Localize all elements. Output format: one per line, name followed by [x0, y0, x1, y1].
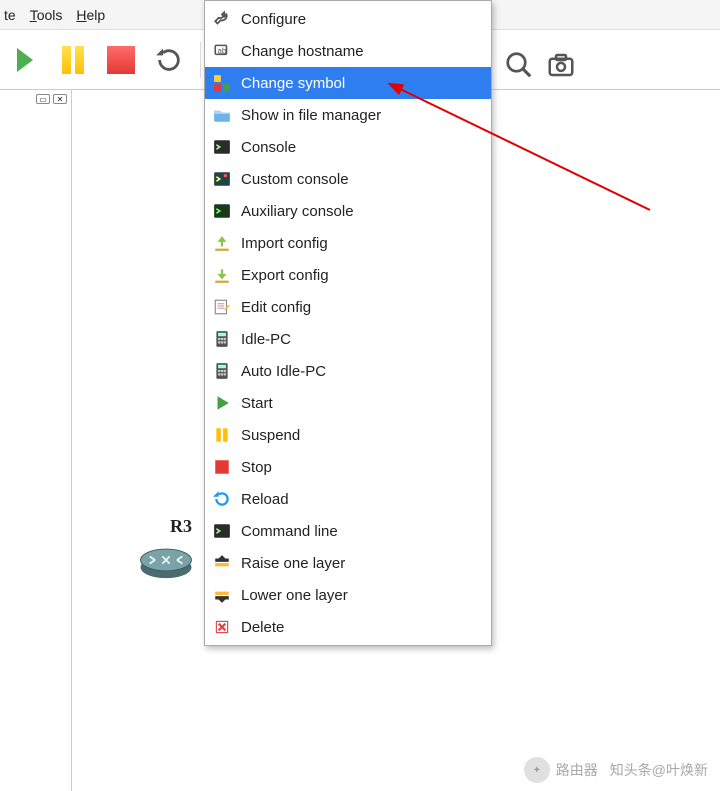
context-menu-item-lower-layer[interactable]: Lower one layer: [205, 579, 491, 611]
context-menu-item-label: Auxiliary console: [241, 203, 354, 220]
context-menu-item-label: Delete: [241, 619, 284, 636]
router-icon[interactable]: [136, 540, 196, 580]
context-menu-item-label: Configure: [241, 11, 306, 28]
context-menu-item-label: Change symbol: [241, 75, 345, 92]
context-menu-item-idle-pc[interactable]: Idle-PC: [205, 323, 491, 355]
pause-icon: [213, 426, 231, 444]
camera-icon: [546, 50, 576, 80]
context-menu-item-console[interactable]: Console: [205, 131, 491, 163]
toolbar-stop-button[interactable]: [104, 43, 138, 77]
context-menu-item-label: Raise one layer: [241, 555, 345, 572]
menubar-item-tools[interactable]: Tools: [30, 7, 63, 23]
layer-up-icon: [213, 554, 231, 572]
panel-restore-icon[interactable]: ▭: [36, 94, 50, 104]
context-menu-item-configure[interactable]: Configure: [205, 3, 491, 35]
edit-icon: [213, 298, 231, 316]
context-menu-item-change-symbol[interactable]: Change symbol: [205, 67, 491, 99]
menubar-item-partial[interactable]: te: [4, 7, 16, 23]
context-menu-item-show-in-file-mgr[interactable]: Show in file manager: [205, 99, 491, 131]
toolbar-play-button[interactable]: [8, 43, 42, 77]
reload-icon: [155, 46, 183, 74]
context-menu-item-label: Edit config: [241, 299, 311, 316]
watermark-text: 知头条@叶焕新: [610, 760, 708, 780]
zoom-icon: [504, 50, 534, 80]
play-icon: [213, 394, 231, 412]
node-label: R3: [170, 516, 192, 537]
context-menu-item-stop[interactable]: Stop: [205, 451, 491, 483]
palette-icon: [213, 74, 231, 92]
context-menu-item-label: Export config: [241, 267, 329, 284]
terminal-color-icon: [213, 170, 231, 188]
terminal-icon: [213, 138, 231, 156]
watermark-logo-icon: ✦: [524, 757, 550, 783]
context-menu-item-export-config[interactable]: Export config: [205, 259, 491, 291]
svg-text:ab: ab: [218, 46, 227, 55]
panel-close-icon[interactable]: ✕: [53, 94, 67, 104]
panel-controls[interactable]: ▭ ✕: [36, 94, 67, 104]
toolbar-reload-button[interactable]: [152, 43, 186, 77]
watermark: ✦ 路由器 知头条@叶焕新: [524, 757, 708, 783]
tag-icon: ab: [213, 42, 231, 60]
terminal-icon: [213, 522, 231, 540]
context-menu-item-edit-config[interactable]: Edit config: [205, 291, 491, 323]
context-menu-item-label: Reload: [241, 491, 289, 508]
context-menu-item-label: Change hostname: [241, 43, 364, 60]
toolbar-zoom-button[interactable]: [502, 48, 536, 82]
wrench-icon: [213, 10, 231, 28]
context-menu-item-custom-console[interactable]: Custom console: [205, 163, 491, 195]
context-menu-item-delete[interactable]: Delete: [205, 611, 491, 643]
terminal-green-icon: [213, 202, 231, 220]
context-menu: Configure ab Change hostname Change symbol S…: [204, 0, 492, 646]
toolbar-pause-button[interactable]: [56, 43, 90, 77]
folder-icon: [213, 106, 231, 124]
context-menu-item-label: Console: [241, 139, 296, 156]
context-menu-item-reload[interactable]: Reload: [205, 483, 491, 515]
context-menu-item-label: Idle-PC: [241, 331, 291, 348]
context-menu-item-label: Stop: [241, 459, 272, 476]
toolbar-screenshot-button[interactable]: [544, 48, 578, 82]
context-menu-item-raise-layer[interactable]: Raise one layer: [205, 547, 491, 579]
context-menu-item-label: Show in file manager: [241, 107, 381, 124]
context-menu-item-start[interactable]: Start: [205, 387, 491, 419]
context-menu-item-label: Command line: [241, 523, 338, 540]
stop-icon: [107, 46, 135, 74]
export-icon: [213, 266, 231, 284]
context-menu-item-auto-idle-pc[interactable]: Auto Idle-PC: [205, 355, 491, 387]
context-menu-item-import-config[interactable]: Import config: [205, 227, 491, 259]
context-menu-item-aux-console[interactable]: Auxiliary console: [205, 195, 491, 227]
context-menu-item-label: Custom console: [241, 171, 349, 188]
context-menu-item-suspend[interactable]: Suspend: [205, 419, 491, 451]
context-menu-item-command-line[interactable]: Command line: [205, 515, 491, 547]
layer-down-icon: [213, 586, 231, 604]
context-menu-item-label: Auto Idle-PC: [241, 363, 326, 380]
menubar-item-help[interactable]: Help: [76, 7, 105, 23]
left-panel: ▭ ✕: [0, 90, 72, 791]
reload-icon: [213, 490, 231, 508]
context-menu-item-label: Import config: [241, 235, 328, 252]
import-icon: [213, 234, 231, 252]
stop-icon: [213, 458, 231, 476]
toolbar-divider: [200, 42, 201, 78]
pause-icon: [62, 46, 84, 74]
context-menu-item-label: Start: [241, 395, 273, 412]
watermark-badge: 路由器: [556, 760, 598, 780]
play-icon: [17, 48, 33, 72]
calc-icon: [213, 330, 231, 348]
calc-icon: [213, 362, 231, 380]
context-menu-item-label: Lower one layer: [241, 587, 348, 604]
delete-icon: [213, 618, 231, 636]
context-menu-item-label: Suspend: [241, 427, 300, 444]
context-menu-item-change-hostname[interactable]: ab Change hostname: [205, 35, 491, 67]
